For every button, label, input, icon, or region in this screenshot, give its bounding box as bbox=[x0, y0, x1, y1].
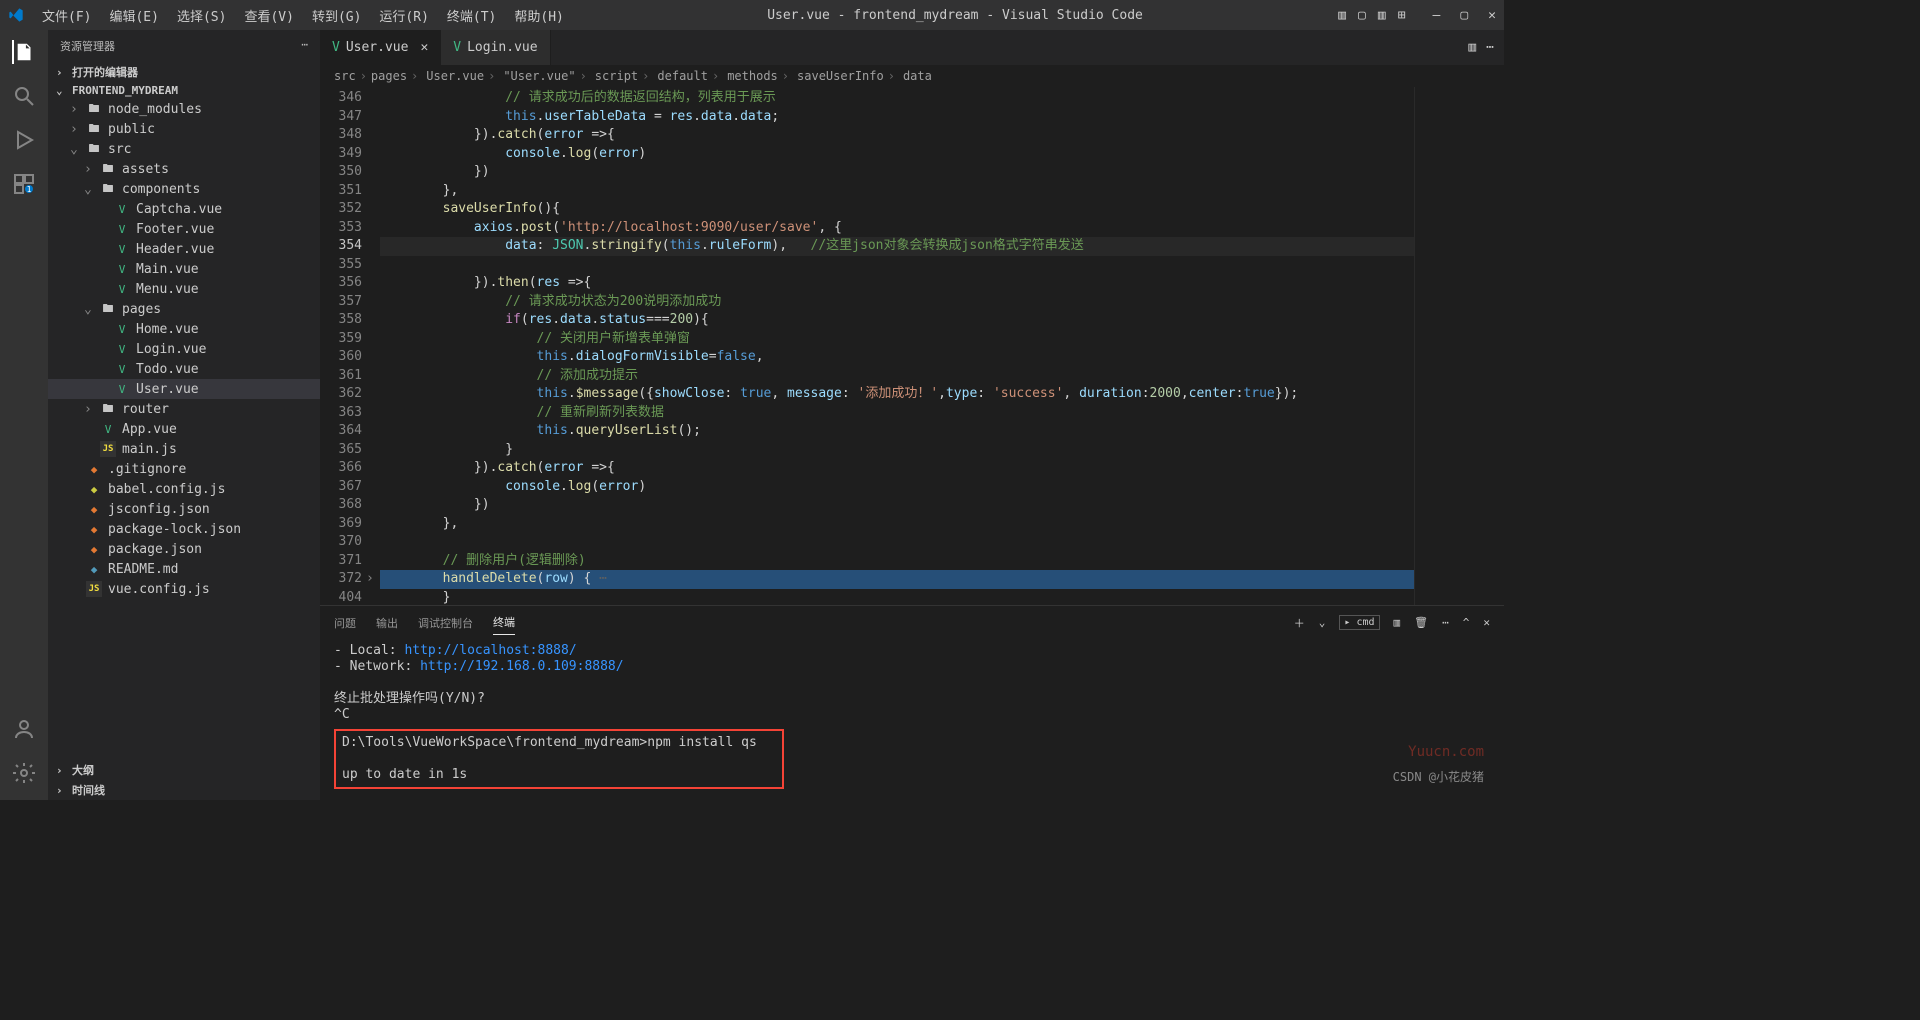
sidebar-title: 资源管理器 bbox=[60, 38, 115, 54]
layout-icon[interactable]: ▥ bbox=[1378, 8, 1386, 23]
breadcrumb-item[interactable]: data bbox=[903, 69, 932, 83]
tree-item-User.vue[interactable]: VUser.vue bbox=[48, 379, 320, 399]
new-terminal-icon[interactable]: ＋ bbox=[1294, 615, 1305, 631]
breadcrumb-item[interactable]: saveUserInfo bbox=[797, 69, 884, 83]
vscode-logo-icon bbox=[8, 7, 24, 23]
activitybar: 1 bbox=[0, 30, 48, 800]
layout-icon[interactable]: ▥ bbox=[1338, 8, 1346, 23]
maximize-panel-icon[interactable]: ^ bbox=[1463, 616, 1470, 629]
breadcrumb-item[interactable]: methods bbox=[727, 69, 778, 83]
tree-item-node_modules[interactable]: ›🖿node_modules bbox=[48, 99, 320, 119]
window-title: User.vue - frontend_mydream - Visual Stu… bbox=[572, 8, 1338, 23]
tree-item-Todo.vue[interactable]: VTodo.vue bbox=[48, 359, 320, 379]
timeline-section[interactable]: ›时间线 bbox=[48, 780, 320, 800]
highlighted-command: D:\Tools\VueWorkSpace\frontend_mydream>n… bbox=[334, 729, 784, 789]
breadcrumb-item[interactable]: src bbox=[334, 69, 356, 83]
watermark: Yuucn.com bbox=[1408, 744, 1484, 760]
outline-section[interactable]: ›大纲 bbox=[48, 760, 320, 780]
tree-item-jsconfig.json[interactable]: ◆jsconfig.json bbox=[48, 499, 320, 519]
tree-item-README.md[interactable]: ◆README.md bbox=[48, 559, 320, 579]
tab-Login.vue[interactable]: VLogin.vue bbox=[441, 30, 550, 65]
editor-area: VUser.vue✕VLogin.vue ▥ ⋯ src›pages› User… bbox=[320, 30, 1504, 800]
close-tab-icon[interactable]: ✕ bbox=[420, 40, 428, 55]
tree-item-App.vue[interactable]: VApp.vue bbox=[48, 419, 320, 439]
menubar: 文件(F) 编辑(E) 选择(S) 查看(V) 转到(G) 运行(R) 终端(T… bbox=[34, 2, 572, 29]
open-editors-section[interactable]: ›打开的编辑器 bbox=[48, 62, 320, 82]
tree-item-vue.config.js[interactable]: JSvue.config.js bbox=[48, 579, 320, 599]
menu-file[interactable]: 文件(F) bbox=[34, 2, 99, 29]
extensions-icon[interactable]: 1 bbox=[12, 172, 36, 196]
run-debug-icon[interactable] bbox=[12, 128, 36, 152]
breadcrumb-item[interactable]: "User.vue" bbox=[503, 69, 575, 83]
tree-item-pages[interactable]: ⌄🖿pages bbox=[48, 299, 320, 319]
breadcrumb-item[interactable]: pages bbox=[371, 69, 407, 83]
file-tree: ›🖿node_modules›🖿public⌄🖿src›🖿assets⌄🖿com… bbox=[48, 99, 320, 760]
panel-tab-输出[interactable]: 输出 bbox=[376, 611, 398, 635]
panel-tab-问题[interactable]: 问题 bbox=[334, 611, 356, 635]
minimize-icon[interactable]: — bbox=[1433, 8, 1441, 23]
more-icon[interactable]: ⋯ bbox=[301, 38, 308, 54]
tree-item-package.json[interactable]: ◆package.json bbox=[48, 539, 320, 559]
menu-terminal[interactable]: 终端(T) bbox=[439, 2, 504, 29]
tree-item-components[interactable]: ⌄🖿components bbox=[48, 179, 320, 199]
code-editor[interactable]: 3463473483493503513523533543553563573583… bbox=[320, 87, 1504, 605]
title-actions: ▥ ▢ ▥ ⊞ — ▢ ✕ bbox=[1338, 8, 1496, 23]
menu-help[interactable]: 帮助(H) bbox=[506, 2, 571, 29]
tree-item-assets[interactable]: ›🖿assets bbox=[48, 159, 320, 179]
menu-view[interactable]: 查看(V) bbox=[236, 2, 301, 29]
split-editor-icon[interactable]: ▥ bbox=[1468, 40, 1476, 55]
tree-item-Menu.vue[interactable]: VMenu.vue bbox=[48, 279, 320, 299]
minimap[interactable] bbox=[1414, 87, 1504, 605]
more-actions-icon[interactable]: ⋯ bbox=[1486, 40, 1494, 55]
panel-tab-调试控制台[interactable]: 调试控制台 bbox=[418, 611, 473, 635]
maximize-icon[interactable]: ▢ bbox=[1460, 8, 1468, 23]
sidebar: 资源管理器 ⋯ ›打开的编辑器 ⌄FRONTEND_MYDREAM ›🖿node… bbox=[48, 30, 320, 800]
terminal-shell-label[interactable]: ▸ cmd bbox=[1339, 615, 1379, 630]
tree-item-router[interactable]: ›🖿router bbox=[48, 399, 320, 419]
layout-icon[interactable]: ▢ bbox=[1358, 8, 1366, 23]
settings-gear-icon[interactable] bbox=[12, 761, 36, 785]
menu-run[interactable]: 运行(R) bbox=[371, 2, 436, 29]
tree-item-Home.vue[interactable]: VHome.vue bbox=[48, 319, 320, 339]
bottom-panel: 问题输出调试控制台终端 ＋ ⌄ ▸ cmd ▥ 🗑 ⋯ ^ ✕ - Local:… bbox=[320, 605, 1504, 800]
close-panel-icon[interactable]: ✕ bbox=[1483, 616, 1490, 629]
tree-item-public[interactable]: ›🖿public bbox=[48, 119, 320, 139]
tree-item-babel.config.js[interactable]: ◆babel.config.js bbox=[48, 479, 320, 499]
breadcrumb-item[interactable]: default bbox=[657, 69, 708, 83]
search-icon[interactable] bbox=[12, 84, 36, 108]
breadcrumb[interactable]: src›pages› User.vue› "User.vue"› script›… bbox=[320, 65, 1504, 87]
tree-item-Header.vue[interactable]: VHeader.vue bbox=[48, 239, 320, 259]
panel-tab-终端[interactable]: 终端 bbox=[493, 610, 515, 635]
tree-item-Captcha.vue[interactable]: VCaptcha.vue bbox=[48, 199, 320, 219]
tree-item-Footer.vue[interactable]: VFooter.vue bbox=[48, 219, 320, 239]
menu-selection[interactable]: 选择(S) bbox=[169, 2, 234, 29]
tree-item-Login.vue[interactable]: VLogin.vue bbox=[48, 339, 320, 359]
terminal-dropdown-icon[interactable]: ⌄ bbox=[1319, 616, 1326, 629]
breadcrumb-item[interactable]: User.vue bbox=[426, 69, 484, 83]
project-section[interactable]: ⌄FRONTEND_MYDREAM bbox=[48, 82, 320, 99]
menu-go[interactable]: 转到(G) bbox=[304, 2, 369, 29]
menu-edit[interactable]: 编辑(E) bbox=[101, 2, 166, 29]
layout-icon[interactable]: ⊞ bbox=[1398, 8, 1406, 23]
kill-terminal-icon[interactable]: 🗑 bbox=[1414, 616, 1428, 629]
tree-item-Main.vue[interactable]: VMain.vue bbox=[48, 259, 320, 279]
panel-tabs: 问题输出调试控制台终端 ＋ ⌄ ▸ cmd ▥ 🗑 ⋯ ^ ✕ bbox=[320, 606, 1504, 639]
tab-User.vue[interactable]: VUser.vue✕ bbox=[320, 30, 441, 65]
editor-tabs: VUser.vue✕VLogin.vue ▥ ⋯ bbox=[320, 30, 1504, 65]
tree-item-package-lock.json[interactable]: ◆package-lock.json bbox=[48, 519, 320, 539]
explorer-icon[interactable] bbox=[12, 40, 36, 64]
tree-item-.gitignore[interactable]: ◆.gitignore bbox=[48, 459, 320, 479]
account-icon[interactable] bbox=[12, 717, 36, 741]
terminal-output[interactable]: - Local: http://localhost:8888/ - Networ… bbox=[320, 639, 1504, 800]
tree-item-main.js[interactable]: JSmain.js bbox=[48, 439, 320, 459]
watermark-csdn: CSDN @小花皮猪 bbox=[1393, 768, 1484, 785]
svg-text:1: 1 bbox=[27, 185, 32, 194]
more-icon[interactable]: ⋯ bbox=[1442, 616, 1449, 629]
tree-item-src[interactable]: ⌄🖿src bbox=[48, 139, 320, 159]
breadcrumb-item[interactable]: script bbox=[595, 69, 638, 83]
close-icon[interactable]: ✕ bbox=[1488, 8, 1496, 23]
titlebar: 文件(F) 编辑(E) 选择(S) 查看(V) 转到(G) 运行(R) 终端(T… bbox=[0, 0, 1504, 30]
split-terminal-icon[interactable]: ▥ bbox=[1394, 616, 1401, 629]
